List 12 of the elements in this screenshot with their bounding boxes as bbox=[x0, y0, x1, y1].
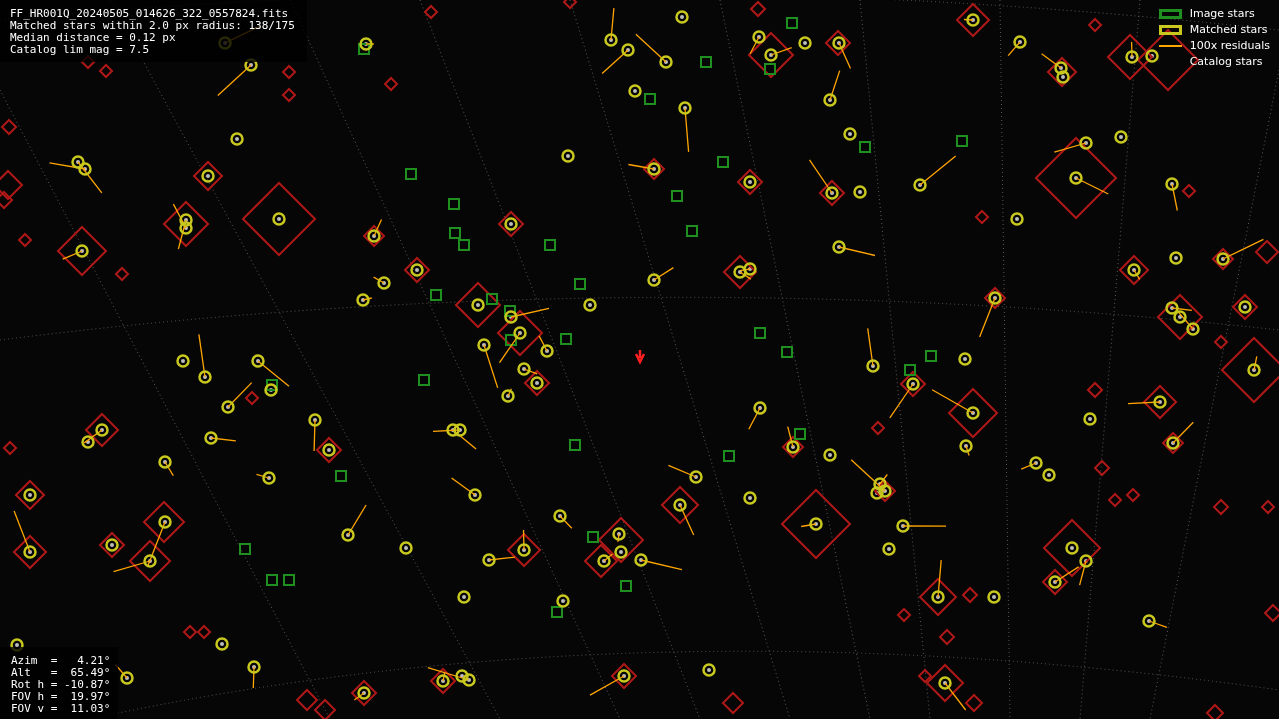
pointing-value: Rot h = -10.87° bbox=[11, 679, 111, 691]
legend-label: Image stars bbox=[1189, 7, 1255, 20]
pointing-value: Azim = 4.21° bbox=[11, 655, 111, 667]
legend-label: 100x residuals bbox=[1189, 39, 1270, 52]
file-name: FF_HR001Q_20240505_014626_322_0557824.fits bbox=[10, 8, 290, 20]
match-statistic: Catalog lim mag = 7.5 bbox=[10, 44, 151, 56]
pointing-value: Alt = 65.49° bbox=[11, 667, 111, 679]
match-statistic: Median distance = 0.12 px bbox=[10, 32, 177, 44]
legend-label: Matched stars bbox=[1189, 23, 1268, 36]
match-statistic: Matched stars within 2.0 px radius: 138/175 bbox=[10, 20, 295, 32]
pointing-value: FOV v = 11.03° bbox=[11, 703, 111, 715]
pointing-value: FOV h = 19.97° bbox=[11, 691, 111, 703]
